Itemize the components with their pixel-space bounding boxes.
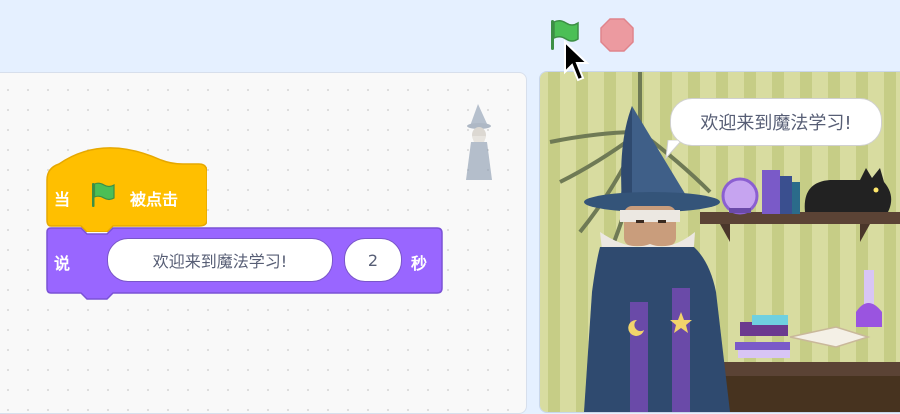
stage-header <box>0 0 900 70</box>
books <box>762 170 780 214</box>
mouse-cursor-icon <box>564 40 590 82</box>
wizard-sprite-icon <box>466 104 492 180</box>
say-seconds-input[interactable]: 2 <box>344 238 402 282</box>
speech-bubble: 欢迎来到魔法学习! <box>670 98 882 146</box>
hat-block-suffix: 被点击 <box>130 190 179 209</box>
stop-button[interactable] <box>598 16 636 54</box>
say-message-input[interactable]: 欢迎来到魔法学习! <box>107 238 333 282</box>
green-flag-icon <box>92 182 115 207</box>
say-block-unit: 秒 <box>411 254 428 273</box>
green-flag-icon <box>553 19 579 42</box>
hat-block-prefix: 当 <box>54 190 71 209</box>
crystal-ball <box>721 177 759 215</box>
stop-icon <box>600 18 634 52</box>
say-block-label: 说 <box>54 254 71 273</box>
